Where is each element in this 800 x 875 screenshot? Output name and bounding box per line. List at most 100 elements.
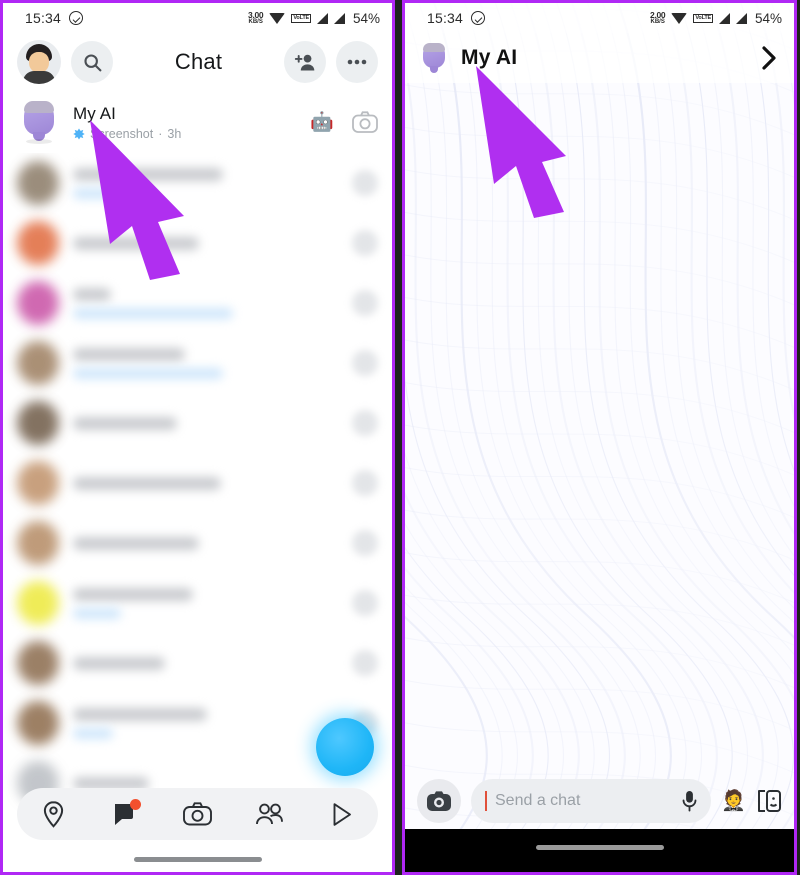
status-time: 15:34: [25, 10, 62, 26]
data-rate-indicator: 3.00 KB/S: [248, 9, 264, 26]
screenshot-icon: [73, 128, 85, 139]
chat-list-row[interactable]: [3, 633, 392, 693]
unread-badge: [130, 799, 142, 810]
text-caret: [485, 791, 487, 811]
robot-emoji: 🤖: [310, 111, 334, 133]
chat-row-avatar: [17, 401, 59, 445]
chevron-right-icon[interactable]: [758, 45, 780, 71]
home-indicator: [535, 845, 664, 850]
chat-list-row[interactable]: [3, 573, 392, 633]
chat-row-name: [73, 347, 185, 361]
comparison-screenshot: 15:34 3.00 KB/S VoLTE 54% Chat My AI Scr…: [0, 0, 800, 875]
chat-row-snippet: [73, 187, 135, 199]
system-navigation-bar: [405, 829, 794, 872]
microphone-icon[interactable]: [682, 790, 697, 812]
nav-item-camera[interactable]: [171, 793, 223, 835]
chat-row-action[interactable]: [352, 290, 378, 316]
map-pin-icon: [43, 800, 63, 828]
battery-percent: 54%: [352, 10, 380, 26]
chat-row-name: [73, 236, 199, 250]
my-ai-conversation-background: [405, 3, 794, 872]
conversation-title: My AI: [461, 46, 518, 69]
chat-row-avatar: [17, 161, 59, 205]
chat-row-snippet: [73, 307, 233, 319]
chat-row-avatar: [17, 641, 59, 685]
conversation-header[interactable]: My AI: [405, 33, 794, 83]
chat-row-name: [73, 656, 165, 670]
chat-row-text: [73, 536, 338, 550]
chat-row-action[interactable]: [352, 410, 378, 436]
new-chat-fab[interactable]: [316, 718, 374, 776]
signal-bars-icon: [718, 12, 730, 24]
chat-list-row[interactable]: [3, 453, 392, 513]
page-title: Chat: [174, 49, 223, 74]
wave-pattern: [405, 3, 794, 872]
chat-row-action[interactable]: [352, 470, 378, 496]
chat-row-text: [73, 476, 338, 490]
chat-row-name: [73, 707, 207, 721]
my-ai-avatar: [17, 99, 61, 145]
add-friend-icon[interactable]: [284, 41, 326, 83]
chat-row-action[interactable]: [352, 170, 378, 196]
chat-list-row[interactable]: [3, 153, 392, 213]
nav-item-friends[interactable]: [244, 793, 296, 835]
volte-icon: VoLTE: [291, 13, 311, 23]
nav-item-chat[interactable]: [99, 793, 151, 835]
chat-row-time: 3h: [167, 126, 182, 141]
chat-row-text: [73, 587, 338, 619]
chat-row-action[interactable]: [352, 230, 378, 256]
chat-input-placeholder: Send a chat: [495, 792, 581, 809]
chat-list[interactable]: [3, 153, 392, 813]
chat-row-text: [73, 347, 338, 379]
nav-item-map[interactable]: [27, 793, 79, 835]
chat-row-snippet: [73, 727, 113, 739]
chat-row-snippet: [73, 367, 223, 379]
right-status-bar: 15:34 2.00 KB/S VoLTE 54%: [405, 3, 794, 33]
chat-input-field[interactable]: Send a chat: [471, 779, 712, 823]
chat-input-bar[interactable]: Send a chat 🤵: [405, 773, 794, 829]
chat-row-text: [73, 416, 338, 430]
profile-avatar[interactable]: [17, 40, 61, 84]
chat-row-avatar: [17, 221, 59, 265]
chat-list-row[interactable]: [3, 393, 392, 453]
home-indicator: [133, 857, 262, 862]
bottom-navigation-bar[interactable]: [17, 788, 378, 840]
chat-row-snippet: [73, 607, 121, 619]
signal-bars-icon: [316, 12, 328, 24]
camera-icon: [183, 802, 212, 826]
chat-list-row[interactable]: [3, 213, 392, 273]
chat-list-row[interactable]: [3, 273, 392, 333]
data-rate-indicator: 2.00 KB/S: [650, 9, 666, 26]
chat-row-avatar: [17, 281, 59, 325]
chat-row-name: [73, 476, 221, 490]
sticker-icon[interactable]: [756, 789, 782, 813]
search-icon[interactable]: [71, 41, 113, 83]
signal-bars-icon-2: [333, 12, 345, 24]
chat-row-text: [73, 707, 338, 739]
chat-row-status-text: Screenshot: [90, 126, 154, 141]
chat-list-row[interactable]: [3, 333, 392, 393]
chat-row-action[interactable]: [352, 530, 378, 556]
camera-icon[interactable]: [352, 111, 378, 133]
chat-row-action[interactable]: [352, 350, 378, 376]
battery-percent: 54%: [754, 10, 782, 26]
left-status-bar: 15:34 3.00 KB/S VoLTE 54%: [3, 3, 392, 33]
chat-row-action[interactable]: [352, 650, 378, 676]
status-time: 15:34: [427, 10, 464, 26]
chat-row-name: My AI: [73, 103, 117, 123]
chat-row-action[interactable]: [352, 590, 378, 616]
chat-row-name: [73, 416, 177, 430]
chat-row-avatar: [17, 461, 59, 505]
chat-row-separator: ·: [158, 126, 163, 141]
nav-item-spotlight[interactable]: [316, 793, 368, 835]
chat-row-my-ai[interactable]: My AI Screenshot · 3h 🤖: [3, 91, 392, 153]
wifi-icon: [671, 12, 688, 24]
more-options-icon[interactable]: [336, 41, 378, 83]
camera-circle-icon[interactable]: [417, 779, 461, 823]
chat-row-name: [73, 167, 223, 181]
chat-list-row[interactable]: [3, 513, 392, 573]
my-ai-avatar[interactable]: [419, 41, 449, 75]
bitmoji-emoji[interactable]: 🤵: [721, 791, 746, 811]
chat-row-name: [73, 536, 199, 550]
check-circle-icon: [69, 11, 84, 25]
